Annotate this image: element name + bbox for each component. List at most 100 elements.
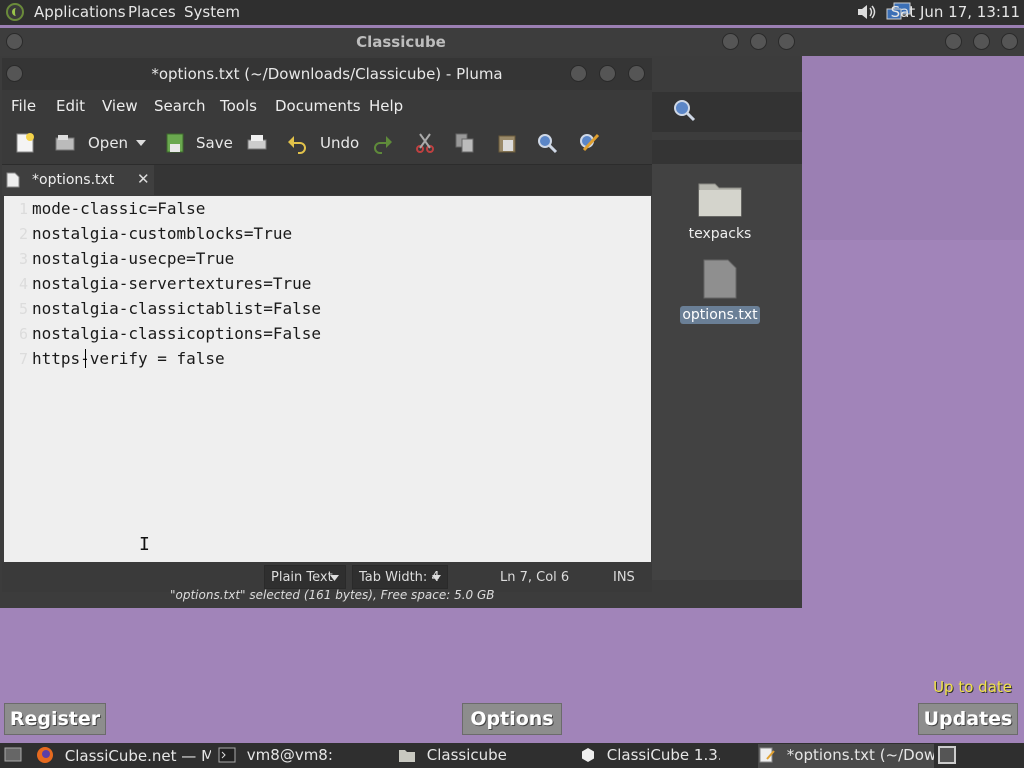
- task-label: *options.txt (~/Dow…: [786, 746, 934, 764]
- file-manager-status: "options.txt" selected (161 bytes), Free…: [170, 588, 495, 602]
- line-number: 3: [18, 250, 28, 268]
- update-status: Up to date: [933, 678, 1012, 696]
- window-menu-button[interactable]: [6, 33, 23, 50]
- find-icon[interactable]: [536, 132, 558, 154]
- task-pluma[interactable]: *options.txt (~/Dow…: [758, 744, 934, 768]
- paste-icon[interactable]: [496, 132, 518, 154]
- menu-applications[interactable]: Applications: [34, 3, 126, 21]
- file-manager-title: Classicube: [356, 33, 446, 51]
- open-icon[interactable]: [54, 132, 76, 154]
- cut-icon[interactable]: [414, 132, 436, 154]
- pluma-titlebar: *options.txt (~/Downloads/Classicube) - …: [2, 58, 652, 90]
- show-desktop-icon[interactable]: [4, 747, 22, 763]
- line-number: 2: [18, 225, 28, 243]
- task-label: Classicube: [426, 746, 507, 764]
- close-tab-icon[interactable]: ✕: [137, 170, 150, 188]
- maximize-button[interactable]: [750, 33, 767, 50]
- file-manager-pathbar: [652, 140, 802, 164]
- chevron-down-icon: [432, 575, 441, 581]
- new-document-icon[interactable]: [14, 132, 36, 154]
- firefox-icon: [37, 747, 53, 763]
- copy-icon[interactable]: [454, 132, 476, 154]
- folder-icon: [399, 750, 415, 762]
- code-line[interactable]: mode-classic=False: [32, 199, 205, 218]
- task-terminal[interactable]: vm8@vm8: ~: [218, 746, 338, 764]
- language-label: Plain Text: [271, 570, 333, 585]
- launcher-titlebar: [802, 28, 1024, 56]
- bottom-panel: ClassiCube.net — M… vm8@vm8: ~ Classicub…: [0, 743, 1024, 768]
- save-label[interactable]: Save: [196, 134, 233, 152]
- code-line[interactable]: nostalgia-classictablist=False: [32, 299, 321, 318]
- code-line[interactable]: nostalgia-classicoptions=False: [32, 324, 321, 343]
- menu-view[interactable]: View: [102, 97, 138, 115]
- line-number: 5: [18, 300, 28, 318]
- code-line[interactable]: nostalgia-usecpe=True: [32, 249, 234, 268]
- undo-label[interactable]: Undo: [320, 134, 359, 152]
- workspace-switcher[interactable]: [938, 746, 956, 764]
- line-number: 1: [18, 200, 28, 218]
- close-button[interactable]: [778, 33, 795, 50]
- print-icon[interactable]: [246, 132, 268, 154]
- text-file-icon: [703, 259, 737, 299]
- window-menu-button[interactable]: [6, 65, 23, 82]
- menu-places[interactable]: Places: [128, 3, 176, 21]
- language-selector[interactable]: Plain Text: [264, 565, 346, 589]
- tab-options-txt[interactable]: *options.txt ✕: [2, 165, 154, 195]
- task-classicube[interactable]: ClassiCube 1.3.5: [580, 746, 720, 764]
- cube-icon: [582, 748, 594, 762]
- clock[interactable]: Sat Jun 17, 13:11: [891, 3, 1020, 21]
- cursor-position: Ln 7, Col 6: [500, 570, 570, 585]
- close-button[interactable]: [1001, 33, 1018, 50]
- line-number: 7: [18, 350, 28, 368]
- menu-file[interactable]: File: [11, 97, 36, 115]
- code-line[interactable]: nostalgia-customblocks=True: [32, 224, 292, 243]
- folder-name: texpacks: [688, 226, 752, 242]
- volume-icon[interactable]: [856, 3, 876, 21]
- menu-documents[interactable]: Documents: [275, 97, 361, 115]
- folder-icon: [698, 183, 742, 217]
- chevron-down-icon: [330, 575, 339, 581]
- open-label[interactable]: Open: [88, 134, 128, 152]
- text-editor-icon: [759, 747, 775, 763]
- line-number: 6: [18, 325, 28, 343]
- task-file-manager[interactable]: Classicube: [398, 746, 508, 764]
- code-line[interactable]: https-verify = false: [32, 349, 225, 368]
- save-icon[interactable]: [164, 132, 186, 154]
- pluma-tab-bar: *options.txt ✕: [2, 165, 652, 195]
- text-editor[interactable]: 1 mode-classic=False 2 nostalgia-customb…: [4, 196, 651, 562]
- file-manager-toolbar: [652, 92, 802, 132]
- file-item-selected[interactable]: options.txt: [680, 258, 760, 324]
- tab-width-selector[interactable]: Tab Width: 4: [352, 565, 448, 589]
- find-replace-icon[interactable]: [578, 132, 600, 154]
- maximize-button[interactable]: [973, 33, 990, 50]
- tab-label: *options.txt: [32, 172, 115, 188]
- close-button[interactable]: [628, 65, 645, 82]
- minimize-button[interactable]: [570, 65, 587, 82]
- minimize-button[interactable]: [945, 33, 962, 50]
- undo-icon[interactable]: [286, 132, 308, 154]
- ibeam-pointer-icon: I: [139, 534, 150, 555]
- top-panel: Applications Places System Sat Jun 17, 1…: [0, 0, 1024, 25]
- maximize-button[interactable]: [599, 65, 616, 82]
- register-button[interactable]: Register: [4, 703, 106, 735]
- mate-logo-icon[interactable]: [6, 3, 24, 21]
- pluma-toolbar: Open Save Undo: [2, 122, 652, 165]
- menu-system[interactable]: System: [184, 3, 240, 21]
- menu-search[interactable]: Search: [154, 97, 206, 115]
- menu-help[interactable]: Help: [369, 97, 403, 115]
- code-line[interactable]: nostalgia-servertextures=True: [32, 274, 311, 293]
- folder-item[interactable]: texpacks: [682, 178, 758, 242]
- pluma-title: *options.txt (~/Downloads/Classicube) - …: [151, 65, 503, 83]
- menu-edit[interactable]: Edit: [56, 97, 85, 115]
- chevron-down-icon[interactable]: [136, 140, 146, 146]
- search-icon[interactable]: [672, 98, 696, 122]
- line-number: 4: [18, 275, 28, 293]
- updates-button[interactable]: Updates: [918, 703, 1018, 735]
- task-firefox[interactable]: ClassiCube.net — M…: [36, 746, 211, 765]
- pluma-menubar: File Edit View Search Tools Documents He…: [2, 90, 652, 122]
- options-button[interactable]: Options: [462, 703, 562, 735]
- minimize-button[interactable]: [722, 33, 739, 50]
- redo-icon[interactable]: [372, 132, 394, 154]
- file-name: options.txt: [680, 306, 760, 324]
- menu-tools[interactable]: Tools: [220, 97, 257, 115]
